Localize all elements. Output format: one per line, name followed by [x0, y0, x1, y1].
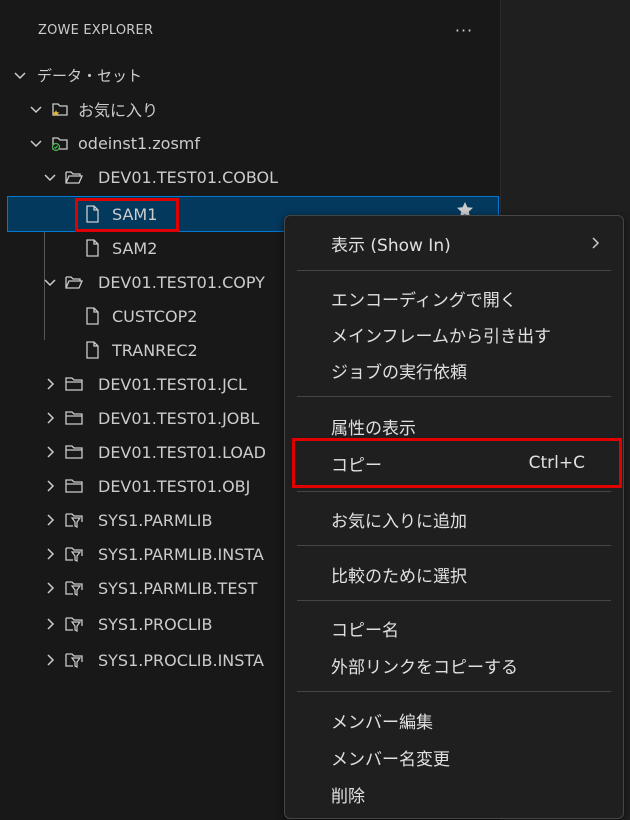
favorite-folder-icon [52, 103, 68, 117]
tree-item-profile[interactable]: odeinst1.zosmf [0, 126, 500, 160]
menu-label: 外部リンクをコピーする [331, 657, 518, 678]
menu-label: 削除 [331, 786, 365, 807]
chevron-right-icon [47, 480, 55, 492]
filter-folder-icon [65, 547, 83, 562]
menu-separator [297, 600, 611, 601]
copy-highlight-box [292, 438, 622, 488]
menu-label: エンコーディングで開く [331, 290, 517, 311]
tree-item-datasets[interactable]: データ・セット [0, 58, 500, 92]
chevron-right-icon [47, 446, 55, 458]
tree-label: DEV01.TEST01.COBOL [98, 167, 279, 187]
chevron-down-icon [30, 106, 42, 114]
filter-folder-icon [65, 617, 83, 632]
menu-label: ジョブの実行依頼 [331, 362, 467, 383]
folder-icon [65, 411, 83, 425]
chevron-down-icon [14, 72, 26, 80]
tree-label: DEV01.TEST01.JOBL [98, 408, 260, 428]
file-icon [86, 307, 99, 325]
panel-title: ZOWE EXPLORER [38, 23, 154, 38]
connected-folder-icon [51, 137, 68, 152]
menu-item-rename-member[interactable]: メンバー名変更 [289, 740, 619, 774]
menu-label: 属性の表示 [331, 418, 416, 439]
menu-item-copy-external-link[interactable]: 外部リンクをコピーする [289, 648, 619, 682]
folder-open-icon [65, 171, 83, 184]
tree-item-favorites[interactable]: お気に入り [0, 92, 500, 126]
tree-label: SYS1.PROCLIB [98, 614, 213, 634]
menu-item-delete[interactable]: 削除 [289, 777, 619, 811]
chevron-right-icon [47, 582, 55, 594]
chevron-right-icon [47, 378, 55, 390]
folder-open-icon [65, 276, 83, 289]
tree-label: DEV01.TEST01.JCL [98, 374, 247, 394]
folder-icon [65, 479, 83, 493]
menu-label: 表示 (Show In) [331, 235, 451, 256]
tree-item-dataset[interactable]: DEV01.TEST01.COBOL [0, 160, 500, 194]
menu-item-open-with-encoding[interactable]: エンコーディングで開く [289, 281, 619, 315]
filter-folder-icon [65, 581, 83, 596]
menu-separator [297, 545, 611, 546]
menu-separator [297, 691, 611, 692]
file-icon [86, 341, 99, 359]
filter-folder-icon [65, 513, 83, 528]
tree-label: SYS1.PROCLIB.INSTA [98, 650, 264, 670]
chevron-right-icon [47, 412, 55, 424]
tree-label: TRANREC2 [112, 340, 198, 360]
folder-icon [65, 445, 83, 459]
tree-label: CUSTCOP2 [112, 306, 198, 326]
menu-label: メンバー編集 [331, 712, 433, 733]
menu-label: コピー名 [331, 620, 399, 641]
tree-label: DEV01.TEST01.COPY [98, 272, 265, 292]
menu-separator [297, 270, 611, 271]
tree-label: お気に入り [78, 101, 159, 120]
menu-label: メインフレームから引き出す [331, 326, 551, 347]
tree-label: SYS1.PARMLIB [98, 510, 213, 530]
tree-label: SYS1.PARMLIB.TEST [98, 578, 258, 598]
chevron-right-icon [47, 618, 55, 630]
menu-item-copy-name[interactable]: コピー名 [289, 611, 619, 645]
context-menu: 表示 (Show In) エンコーディングで開く メインフレームから引き出す ジ… [284, 215, 624, 819]
chevron-right-icon [47, 654, 55, 666]
menu-separator [297, 491, 611, 492]
folder-icon [65, 377, 83, 391]
tree-label: odeinst1.zosmf [78, 133, 200, 153]
tree-label: データ・セット [37, 66, 143, 85]
chevron-down-icon [30, 140, 42, 148]
sam1-highlight-box [75, 198, 179, 232]
menu-item-show-in[interactable]: 表示 (Show In) [289, 226, 619, 260]
menu-item-pull-from-mainframe[interactable]: メインフレームから引き出す [289, 317, 619, 351]
menu-label: 比較のために選択 [331, 566, 467, 587]
tree-label: DEV01.TEST01.OBJ [98, 476, 251, 496]
chevron-right-icon [47, 548, 55, 560]
menu-separator [297, 396, 611, 397]
tree-label: SAM2 [112, 238, 158, 258]
menu-label: お気に入りに追加 [331, 511, 467, 532]
chevron-down-icon [44, 279, 56, 287]
tree-label: SYS1.PARMLIB.INSTA [98, 544, 264, 564]
menu-item-submit-job[interactable]: ジョブの実行依頼 [289, 353, 619, 387]
file-icon [86, 239, 99, 257]
more-actions-icon[interactable]: ··· [452, 20, 476, 40]
menu-item-select-for-compare[interactable]: 比較のために選択 [289, 557, 619, 591]
filter-folder-icon [65, 653, 83, 668]
tree-label: DEV01.TEST01.LOAD [98, 442, 266, 462]
chevron-right-icon [592, 237, 600, 249]
menu-label: メンバー名変更 [331, 749, 450, 770]
chevron-down-icon [44, 174, 56, 182]
menu-item-edit-member[interactable]: メンバー編集 [289, 703, 619, 737]
menu-item-add-to-favorites[interactable]: お気に入りに追加 [289, 502, 619, 536]
chevron-right-icon [47, 514, 55, 526]
